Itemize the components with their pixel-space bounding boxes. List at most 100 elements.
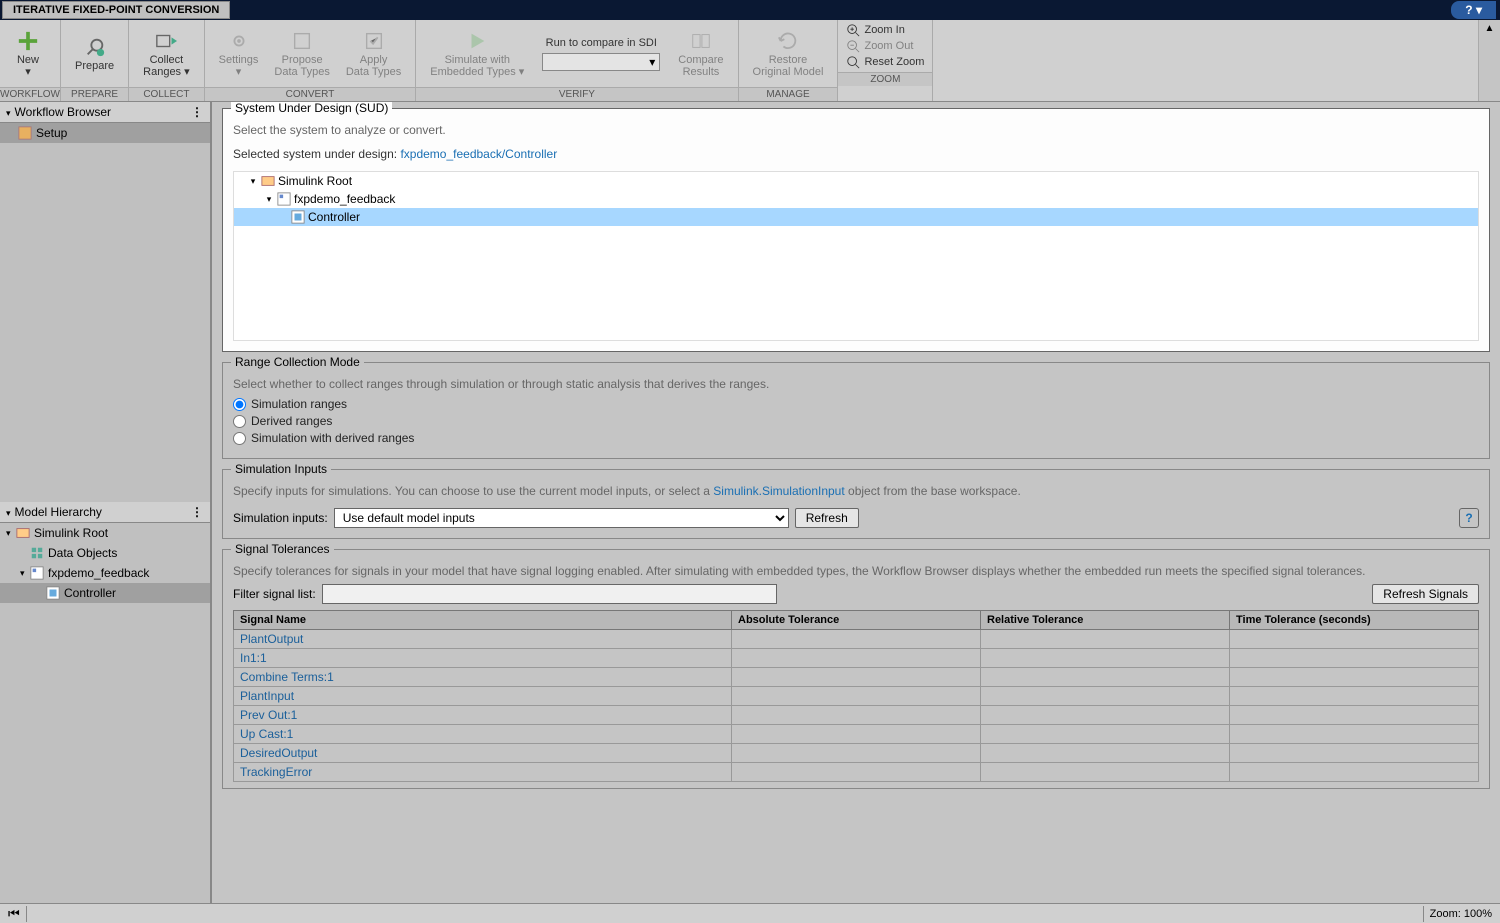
zoom-out-icon <box>846 39 860 53</box>
sdi-select[interactable]: ▾ <box>542 53 660 71</box>
tolerance-cell[interactable] <box>1230 668 1479 687</box>
apply-button[interactable]: Apply Data Types <box>338 28 409 80</box>
hierarchy-controller[interactable]: Controller <box>0 583 210 603</box>
range-mode-sim[interactable]: Simulation ranges <box>233 397 1479 411</box>
workflow-setup-item[interactable]: Setup <box>0 123 210 143</box>
signal-name-cell[interactable]: PlantInput <box>234 687 732 706</box>
hierarchy-root[interactable]: ▾ Simulink Root <box>0 523 210 543</box>
zoom-level[interactable]: Zoom: 100% <box>1430 908 1492 920</box>
table-row[interactable]: DesiredOutput <box>234 744 1479 763</box>
help-button[interactable]: ? ▾ <box>1451 1 1496 19</box>
table-row[interactable]: Prev Out:1 <box>234 706 1479 725</box>
table-row[interactable]: Up Cast:1 <box>234 725 1479 744</box>
titlebar-tab[interactable]: ITERATIVE FIXED-POINT CONVERSION <box>2 1 230 19</box>
collect-icon <box>155 30 177 52</box>
tolerance-cell[interactable] <box>981 706 1230 725</box>
model-hierarchy-header[interactable]: ▾Model Hierarchy ⋮ <box>0 502 210 523</box>
table-row[interactable]: PlantInput <box>234 687 1479 706</box>
range-mode-derived-radio[interactable] <box>233 415 246 428</box>
tolerance-cell[interactable] <box>732 687 981 706</box>
data-objects-icon <box>30 546 44 560</box>
settings-button[interactable]: Settings ▾ <box>211 28 267 80</box>
sud-tree-model[interactable]: ▾ fxpdemo_feedback <box>234 190 1478 208</box>
sim-input-obj-link[interactable]: Simulink.SimulationInput <box>713 484 844 498</box>
sim-inputs-select[interactable]: Use default model inputs <box>334 508 789 528</box>
col-signal-name[interactable]: Signal Name <box>234 611 732 630</box>
tolerance-cell[interactable] <box>981 630 1230 649</box>
reset-zoom-button[interactable]: Reset Zoom <box>846 55 924 69</box>
sud-selected-path[interactable]: fxpdemo_feedback/Controller <box>400 147 557 161</box>
col-time-tol[interactable]: Time Tolerance (seconds) <box>1230 611 1479 630</box>
compare-icon <box>690 30 712 52</box>
sim-inputs-legend: Simulation Inputs <box>231 462 331 476</box>
tolerance-cell[interactable] <box>1230 744 1479 763</box>
tolerance-cell[interactable] <box>981 649 1230 668</box>
tolerance-cell[interactable] <box>732 744 981 763</box>
table-row[interactable]: Combine Terms:1 <box>234 668 1479 687</box>
workflow-browser-header[interactable]: ▾Workflow Browser ⋮ <box>0 102 210 123</box>
tolerance-cell[interactable] <box>1230 706 1479 725</box>
col-rel-tol[interactable]: Relative Tolerance <box>981 611 1230 630</box>
tolerance-cell[interactable] <box>1230 687 1479 706</box>
range-mode-fieldset: Range Collection Mode Select whether to … <box>222 362 1490 459</box>
signal-name-cell[interactable]: Up Cast:1 <box>234 725 732 744</box>
tolerance-cell[interactable] <box>1230 630 1479 649</box>
expand-icon[interactable]: ▾ <box>264 194 274 205</box>
tolerance-cell[interactable] <box>732 668 981 687</box>
tolerance-cell[interactable] <box>981 668 1230 687</box>
sud-tree-root[interactable]: ▾ Simulink Root <box>234 172 1478 190</box>
filter-signal-input[interactable] <box>322 584 777 604</box>
ribbon-collapse-button[interactable]: ▲ <box>1478 20 1500 101</box>
expand-icon[interactable]: ▾ <box>248 176 258 187</box>
expand-icon[interactable]: ▾ <box>20 568 28 579</box>
sim-inputs-help-button[interactable]: ? <box>1459 508 1479 528</box>
panel-menu-icon[interactable]: ⋮ <box>191 505 204 519</box>
col-abs-tol[interactable]: Absolute Tolerance <box>732 611 981 630</box>
tolerance-cell[interactable] <box>981 763 1230 782</box>
range-mode-derived[interactable]: Derived ranges <box>233 414 1479 428</box>
signal-name-cell[interactable]: PlantOutput <box>234 630 732 649</box>
reset-zoom-icon <box>846 55 860 69</box>
propose-button[interactable]: Propose Data Types <box>266 28 337 80</box>
hierarchy-model[interactable]: ▾ fxpdemo_feedback <box>0 563 210 583</box>
expand-icon[interactable]: ▾ <box>6 528 14 539</box>
tolerance-cell[interactable] <box>981 725 1230 744</box>
tolerance-cell[interactable] <box>732 763 981 782</box>
restore-button[interactable]: Restore Original Model <box>745 28 832 80</box>
tolerance-cell[interactable] <box>1230 763 1479 782</box>
tolerance-cell[interactable] <box>981 744 1230 763</box>
table-row[interactable]: PlantOutput <box>234 630 1479 649</box>
signal-name-cell[interactable]: In1:1 <box>234 649 732 668</box>
table-row[interactable]: TrackingError <box>234 763 1479 782</box>
zoom-in-button[interactable]: Zoom In <box>846 23 924 37</box>
collect-ranges-button[interactable]: Collect Ranges ▾ <box>135 28 198 80</box>
panel-menu-icon[interactable]: ⋮ <box>191 105 204 119</box>
refresh-signals-button[interactable]: Refresh Signals <box>1372 584 1479 604</box>
tolerance-cell[interactable] <box>732 630 981 649</box>
compare-results-button[interactable]: Compare Results <box>670 28 731 80</box>
simulate-button[interactable]: Simulate with Embedded Types ▾ <box>422 28 532 80</box>
sud-tree: ▾ Simulink Root ▾ fxpdemo_feedback Contr… <box>233 171 1479 341</box>
hierarchy-data-objects[interactable]: Data Objects <box>0 543 210 563</box>
prepare-button[interactable]: Prepare <box>67 34 122 74</box>
zoom-out-button[interactable]: Zoom Out <box>846 39 924 53</box>
filter-signal-label: Filter signal list: <box>233 587 316 601</box>
tolerance-cell[interactable] <box>732 706 981 725</box>
sud-tree-controller[interactable]: Controller <box>234 208 1478 226</box>
range-mode-sim-radio[interactable] <box>233 398 246 411</box>
new-button[interactable]: New ▾ <box>6 28 50 80</box>
range-mode-both-radio[interactable] <box>233 432 246 445</box>
signal-name-cell[interactable]: Combine Terms:1 <box>234 668 732 687</box>
tolerance-cell[interactable] <box>732 649 981 668</box>
table-row[interactable]: In1:1 <box>234 649 1479 668</box>
signal-name-cell[interactable]: Prev Out:1 <box>234 706 732 725</box>
tolerance-cell[interactable] <box>981 687 1230 706</box>
sim-inputs-refresh-button[interactable]: Refresh <box>795 508 859 528</box>
tolerance-cell[interactable] <box>1230 725 1479 744</box>
tolerance-cell[interactable] <box>732 725 981 744</box>
tolerance-cell[interactable] <box>1230 649 1479 668</box>
goto-start-button[interactable]: ⏮ <box>8 906 20 922</box>
signal-name-cell[interactable]: TrackingError <box>234 763 732 782</box>
signal-name-cell[interactable]: DesiredOutput <box>234 744 732 763</box>
range-mode-both[interactable]: Simulation with derived ranges <box>233 431 1479 445</box>
